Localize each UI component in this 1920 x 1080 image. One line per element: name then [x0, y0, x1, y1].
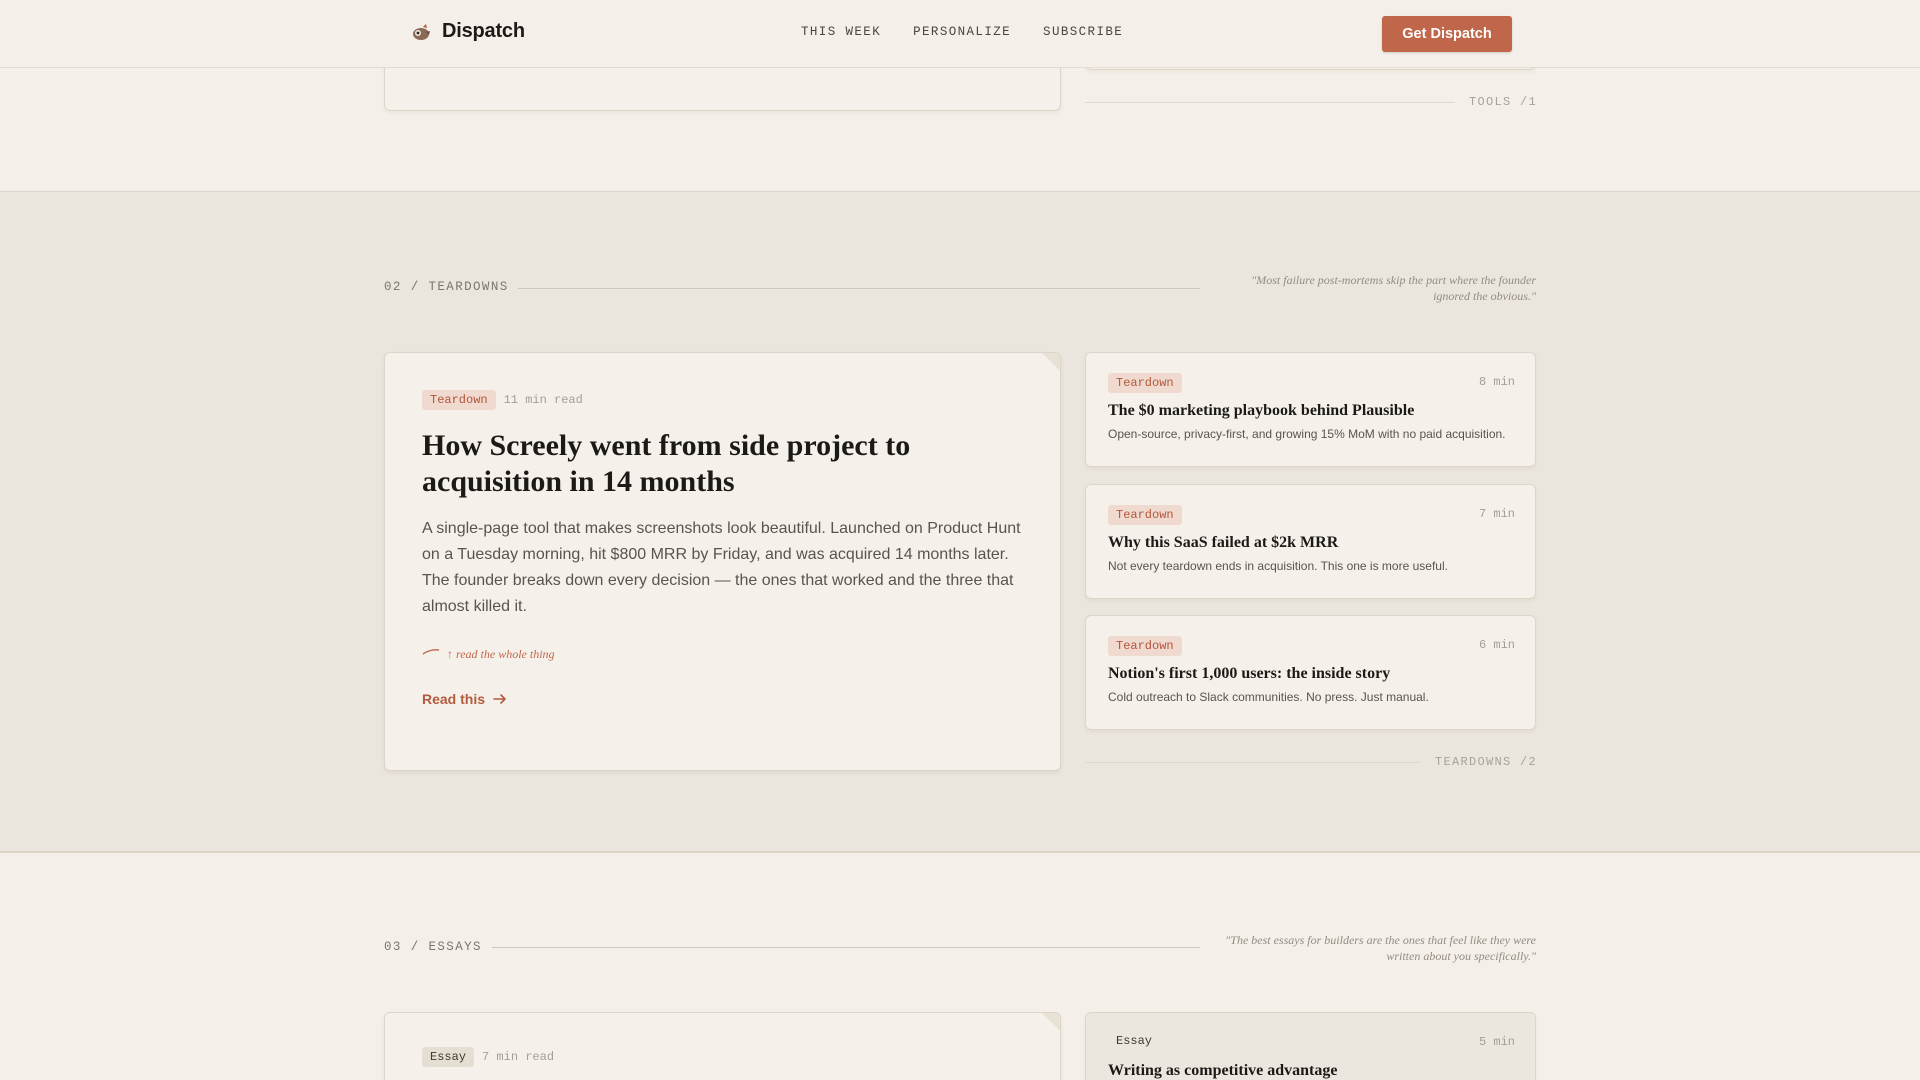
card-description: Cold outreach to Slack communities. No p… — [1108, 690, 1429, 704]
nav-subscribe[interactable]: SUBSCRIBE — [1043, 25, 1123, 39]
read-time: 7 min — [1478, 507, 1515, 521]
essays-section-rule — [492, 947, 1200, 948]
category-tag: Essay — [422, 1047, 475, 1067]
brand[interactable]: Dispatch — [410, 20, 525, 43]
card-description: Not every teardown ends in acquisition. … — [1108, 559, 1448, 573]
dispatch-logo-icon — [413, 23, 430, 40]
category-tag: Teardown — [1108, 636, 1182, 656]
teardown-feature-card[interactable]: Teardown 11 min read How Screely went fr… — [384, 352, 1061, 771]
squiggle-arrow-icon — [422, 649, 440, 655]
card-description: Open-source, privacy-first, and growing … — [1108, 427, 1506, 441]
get-dispatch-button[interactable]: Get Dispatch — [1382, 16, 1512, 52]
card-title: The $0 marketing playbook behind Plausib… — [1108, 402, 1415, 419]
feature-description: A single-page tool that makes screenshot… — [422, 520, 1021, 615]
read-this-link[interactable]: Read this — [422, 691, 507, 707]
card-fold-corner — [1042, 1013, 1060, 1031]
feature-meta: Teardown 11 min read — [422, 390, 583, 410]
essay-feature-card[interactable]: Essay 7 min read — [384, 1012, 1061, 1080]
brand-name: Dispatch — [442, 20, 525, 42]
card-title: Notion's first 1,000 users: the inside s… — [1108, 665, 1391, 682]
card-title: Writing as competitive advantage — [1108, 1062, 1338, 1079]
teardowns-footer-rule — [1085, 762, 1421, 763]
read-time: 11 min read — [503, 393, 583, 407]
site-header: Dispatch THIS WEEK PERSONALIZE SUBSCRIBE… — [0, 0, 1920, 68]
read-time: 6 min — [1478, 638, 1515, 652]
card-fold-corner — [1042, 353, 1060, 371]
card-title: Why this SaaS failed at $2k MRR — [1108, 534, 1339, 551]
teardowns-section-rule — [518, 288, 1200, 289]
category-tag: Teardown — [422, 390, 496, 410]
category-tag: Teardown — [1108, 505, 1182, 525]
teardowns-section-label: 02 / TEARDOWNS — [384, 280, 509, 294]
category-tag: Teardown — [1108, 373, 1182, 393]
essays-section-quote: "The best essays for builders are the on… — [1225, 933, 1536, 963]
read-time: 7 min read — [482, 1050, 555, 1064]
read-this-label: Read this — [422, 691, 486, 707]
teardown-list-card[interactable]: Teardown 6 min Notion's first 1,000 user… — [1085, 615, 1536, 730]
read-note: ↑ read the whole thing — [447, 647, 555, 661]
tools-footer-label: TOOLS /1 — [1469, 95, 1538, 109]
nav-this-week[interactable]: THIS WEEK — [801, 25, 881, 39]
essays-section-label: 03 / ESSAYS — [384, 940, 482, 954]
category-tag: Essay — [1116, 1034, 1153, 1048]
teardowns-section-quote: "Most failure post-mortems skip the part… — [1251, 273, 1536, 303]
nav-personalize[interactable]: PERSONALIZE — [913, 25, 1011, 39]
feature-meta: Essay 7 min read — [422, 1047, 554, 1067]
main-nav: THIS WEEK PERSONALIZE SUBSCRIBE — [801, 25, 1123, 39]
teardown-list-card[interactable]: Teardown 7 min Why this SaaS failed at $… — [1085, 484, 1536, 599]
read-time: 8 min — [1478, 375, 1515, 389]
arrow-right-icon — [493, 694, 506, 704]
essay-list-card[interactable]: Essay 5 min Writing as competitive advan… — [1085, 1012, 1536, 1080]
read-time: 5 min — [1478, 1035, 1515, 1049]
teardowns-footer-label: TEARDOWNS /2 — [1435, 755, 1538, 769]
teardown-list-card[interactable]: Teardown 8 min The $0 marketing playbook… — [1085, 352, 1536, 467]
tools-footer-rule — [1085, 102, 1455, 103]
feature-title[interactable]: How Screely went from side project to ac… — [422, 428, 982, 500]
